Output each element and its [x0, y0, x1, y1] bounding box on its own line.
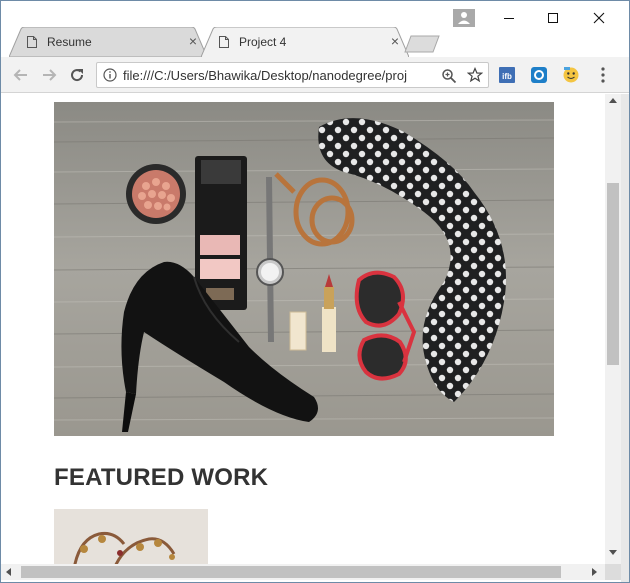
minimize-button[interactable] [487, 7, 531, 29]
back-button[interactable] [11, 65, 31, 85]
new-tab-button[interactable] [404, 35, 440, 53]
browser-window: Resume × Project 4 × file:///C:/Users/Bh… [0, 0, 630, 583]
person-icon [458, 12, 470, 24]
document-icon [219, 36, 229, 48]
bookmark-star-icon[interactable] [467, 67, 483, 83]
zoom-icon[interactable] [441, 68, 457, 84]
info-icon[interactable] [103, 68, 117, 82]
tab-shape [201, 27, 409, 57]
tab-resume[interactable]: Resume × [9, 27, 207, 57]
featured-thumbnail-image[interactable] [54, 509, 208, 564]
close-tab-icon[interactable]: × [391, 33, 399, 49]
tab-title: Resume [47, 35, 92, 49]
maximize-button[interactable] [531, 7, 575, 29]
tab-shape [9, 27, 207, 57]
vertical-scroll-thumb[interactable] [607, 183, 619, 365]
page-viewport: FEATURED WORK [1, 94, 605, 564]
hero-image [54, 102, 554, 436]
featured-work-heading: FEATURED WORK [54, 464, 269, 491]
forward-button[interactable] [39, 65, 59, 85]
document-icon [27, 36, 37, 48]
reload-button[interactable] [67, 65, 87, 85]
smiley-extension-icon[interactable] [562, 66, 580, 84]
arrow-left-icon [13, 69, 27, 81]
address-bar[interactable]: file:///C:/Users/Bhawika/Desktop/nanodeg… [96, 62, 489, 88]
kebab-menu-icon[interactable] [596, 66, 610, 84]
window-edge [621, 94, 629, 582]
scroll-down-arrow-icon[interactable] [609, 550, 617, 555]
tab-project-4[interactable]: Project 4 × [201, 27, 409, 57]
profile-avatar-button[interactable] [453, 9, 475, 27]
scroll-right-arrow-icon[interactable] [592, 568, 597, 576]
close-icon [593, 12, 605, 24]
horizontal-scrollbar[interactable] [1, 564, 605, 580]
scrollbar-corner [605, 564, 621, 580]
close-window-button[interactable] [577, 7, 621, 29]
horizontal-scroll-thumb[interactable] [21, 566, 561, 578]
browser-toolbar: file:///C:/Users/Bhawika/Desktop/nanodeg… [1, 57, 629, 93]
reload-icon [71, 69, 84, 82]
blue-circle-extension-icon[interactable] [530, 66, 548, 84]
svg-text:ifb: ifb [502, 72, 512, 81]
ifb-extension-icon[interactable]: ifb [498, 66, 516, 84]
scroll-left-arrow-icon[interactable] [6, 568, 11, 576]
vertical-scrollbar[interactable] [605, 94, 621, 564]
minimize-icon [504, 18, 514, 19]
arrow-right-icon [43, 69, 57, 81]
tab-title: Project 4 [239, 35, 287, 49]
maximize-icon [548, 13, 558, 23]
scroll-up-arrow-icon[interactable] [609, 98, 617, 103]
close-tab-icon[interactable]: × [189, 33, 197, 49]
url-text[interactable]: file:///C:/Users/Bhawika/Desktop/nanodeg… [123, 68, 441, 83]
title-bar: Resume × Project 4 × [1, 1, 629, 57]
